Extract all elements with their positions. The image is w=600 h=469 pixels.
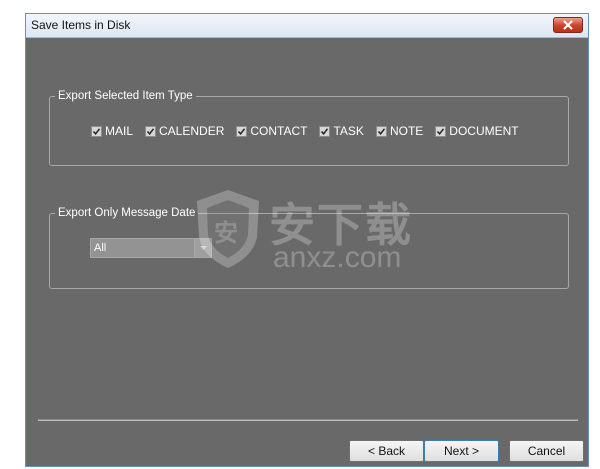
checkbox-contact[interactable]: CONTACT (236, 124, 307, 138)
title-bar[interactable]: Save Items in Disk (26, 14, 588, 38)
item-type-legend: Export Selected Item Type (55, 89, 196, 104)
checkbox-label: DOCUMENT (449, 124, 519, 138)
back-button[interactable]: < Back (349, 440, 424, 462)
checkbox-checked-icon[interactable] (435, 125, 447, 137)
item-type-checkboxes: MAIL CALENDER CONTACT TASK NOTE DOCUMENT (91, 124, 531, 138)
checkbox-mail[interactable]: MAIL (91, 124, 133, 138)
date-combo-value: All (94, 242, 107, 254)
checkbox-label: MAIL (105, 124, 134, 138)
close-icon (563, 20, 573, 30)
checkbox-checked-icon[interactable] (236, 125, 248, 137)
checkbox-label: TASK (333, 124, 364, 138)
footer-separator (38, 419, 578, 421)
item-type-group: Export Selected Item Type MAIL CALENDER … (49, 89, 569, 166)
save-items-dialog: Save Items in Disk Export Selected Item … (25, 13, 589, 467)
checkbox-checked-icon[interactable] (91, 125, 102, 137)
checkbox-calender[interactable]: CALENDER (145, 124, 224, 138)
next-button-label: Next > (443, 444, 479, 458)
checkbox-checked-icon[interactable] (319, 125, 331, 137)
cancel-button[interactable]: Cancel (509, 440, 584, 462)
checkbox-checked-icon[interactable] (375, 125, 387, 137)
date-legend: Export Only Message Date (55, 206, 199, 221)
checkbox-label: NOTE (389, 124, 424, 138)
checkbox-task[interactable]: TASK (319, 124, 364, 138)
cancel-button-label: Cancel (527, 444, 566, 458)
watermark-badge: 安 (214, 220, 238, 247)
close-button[interactable] (553, 17, 583, 33)
window-title: Save Items in Disk (31, 18, 131, 32)
checkbox-document[interactable]: DOCUMENT (435, 124, 519, 138)
checkbox-note[interactable]: NOTE (375, 124, 424, 138)
watermark-url: anxz.com (273, 241, 402, 274)
next-button[interactable]: Next > (424, 440, 499, 462)
checkbox-label: CALENDER (159, 124, 225, 138)
back-button-label: < Back (367, 444, 406, 458)
watermark: 安 安下载 anxz.com (193, 185, 423, 275)
checkbox-checked-icon[interactable] (145, 125, 157, 137)
checkbox-label: CONTACT (250, 124, 308, 138)
